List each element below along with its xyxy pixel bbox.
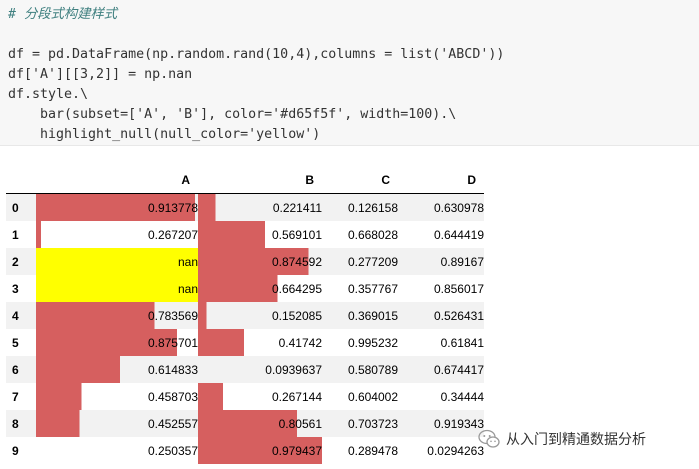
cell-b: 0.569101 bbox=[198, 221, 322, 248]
table-row: 7 0.458703 0.267144 0.604002 0.34444 bbox=[6, 383, 484, 410]
row-index: 7 bbox=[12, 389, 19, 404]
table-row: 8 0.452557 0.80561 0.703723 0.919343 bbox=[6, 410, 484, 437]
cell-a: nan bbox=[36, 248, 198, 275]
cell-d: 0.644419 bbox=[433, 227, 484, 242]
table-row: 5 0.875701 0.41742 0.995232 0.61841 bbox=[6, 329, 484, 356]
row-index: 3 bbox=[12, 281, 19, 296]
cell-c: 0.126158 bbox=[347, 200, 398, 215]
table-row: 0 0.913778 0.221411 0.126158 0.630978 bbox=[6, 193, 484, 221]
row-index: 1 bbox=[12, 227, 19, 242]
cell-c: 0.369015 bbox=[347, 308, 398, 323]
code-line-style: df.style.\ bbox=[8, 87, 89, 102]
cell-b: 0.0939637 bbox=[198, 356, 322, 383]
cell-b: 0.221411 bbox=[198, 193, 322, 221]
header-b: B bbox=[198, 166, 322, 194]
watermark: 从入门到精通数据分析 bbox=[478, 428, 646, 450]
cell-c: 0.357767 bbox=[347, 281, 398, 296]
code-line-highlight-null: highlight_null(null_color='yellow') bbox=[8, 127, 321, 142]
watermark-text: 从入门到精通数据分析 bbox=[506, 432, 646, 448]
cell-c: 0.995232 bbox=[347, 335, 398, 350]
cell-d: 0.0294263 bbox=[427, 443, 484, 458]
cell-d: 0.856017 bbox=[433, 281, 484, 296]
cell-d: 0.630978 bbox=[433, 200, 484, 215]
cell-c: 0.277209 bbox=[347, 254, 398, 269]
table-row: 1 0.267207 0.569101 0.668028 0.644419 bbox=[6, 221, 484, 248]
cell-d: 0.89167 bbox=[440, 254, 484, 269]
header-index bbox=[6, 166, 36, 194]
cell-a: nan bbox=[36, 275, 198, 302]
cell-a: 0.783569 bbox=[36, 302, 198, 329]
code-line-nan: df['A'][[3,2]] = np.nan bbox=[8, 67, 193, 82]
cell-c: 0.604002 bbox=[347, 389, 398, 404]
table-row: 9 0.250357 0.979437 0.289478 0.0294263 bbox=[6, 437, 484, 464]
styled-dataframe: A B C D 0 0.913778 0.221411 0.126158 0.63097… bbox=[6, 166, 484, 464]
table-header-row: A B C D bbox=[6, 166, 484, 194]
row-index: 0 bbox=[12, 200, 19, 215]
table-row: 6 0.614833 0.0939637 0.580789 0.674417 bbox=[6, 356, 484, 383]
row-index: 8 bbox=[12, 416, 19, 431]
cell-c: 0.580789 bbox=[347, 362, 398, 377]
cell-a: 0.614833 bbox=[36, 356, 198, 383]
table-row: 3 nan 0.664295 0.357767 0.856017 bbox=[6, 275, 484, 302]
cell-d: 0.919343 bbox=[433, 416, 484, 431]
cell-c: 0.289478 bbox=[347, 443, 398, 458]
row-index: 5 bbox=[12, 335, 19, 350]
table-row: 2 nan 0.874592 0.277209 0.89167 bbox=[6, 248, 484, 275]
row-index: 9 bbox=[12, 443, 19, 458]
code-cell[interactable]: # 分段式构建样式 df = pd.DataFrame(np.random.ra… bbox=[0, 0, 699, 146]
header-d: D bbox=[398, 166, 484, 194]
cell-b: 0.80561 bbox=[198, 410, 322, 437]
cell-a: 0.267207 bbox=[36, 221, 198, 248]
cell-a: 0.458703 bbox=[36, 383, 198, 410]
cell-b: 0.267144 bbox=[198, 383, 322, 410]
cell-b: 0.979437 bbox=[198, 437, 322, 464]
table-row: 4 0.783569 0.152085 0.369015 0.526431 bbox=[6, 302, 484, 329]
cell-a: 0.875701 bbox=[36, 329, 198, 356]
cell-c: 0.668028 bbox=[347, 227, 398, 242]
cell-d: 0.526431 bbox=[433, 308, 484, 323]
code-line-bar: bar(subset=['A', 'B'], color='#d65f5f', … bbox=[8, 107, 457, 122]
code-line-dataframe: df = pd.DataFrame(np.random.rand(10,4),c… bbox=[8, 47, 505, 62]
cell-d: 0.61841 bbox=[440, 335, 484, 350]
cell-d: 0.674417 bbox=[433, 362, 484, 377]
code-line-comment: # 分段式构建样式 bbox=[8, 7, 118, 22]
wechat-icon bbox=[478, 429, 500, 449]
cell-b: 0.664295 bbox=[198, 275, 322, 302]
cell-b: 0.41742 bbox=[198, 329, 322, 356]
cell-c: 0.703723 bbox=[347, 416, 398, 431]
row-index: 2 bbox=[12, 254, 19, 269]
row-index: 6 bbox=[12, 362, 19, 377]
row-index: 4 bbox=[12, 308, 19, 323]
cell-d: 0.34444 bbox=[440, 389, 484, 404]
header-a: A bbox=[36, 166, 198, 194]
header-c: C bbox=[322, 166, 398, 194]
cell-a: 0.452557 bbox=[36, 410, 198, 437]
cell-b: 0.874592 bbox=[198, 248, 322, 275]
cell-a: 0.250357 bbox=[36, 437, 198, 464]
cell-a: 0.913778 bbox=[36, 193, 198, 221]
cell-b: 0.152085 bbox=[198, 302, 322, 329]
